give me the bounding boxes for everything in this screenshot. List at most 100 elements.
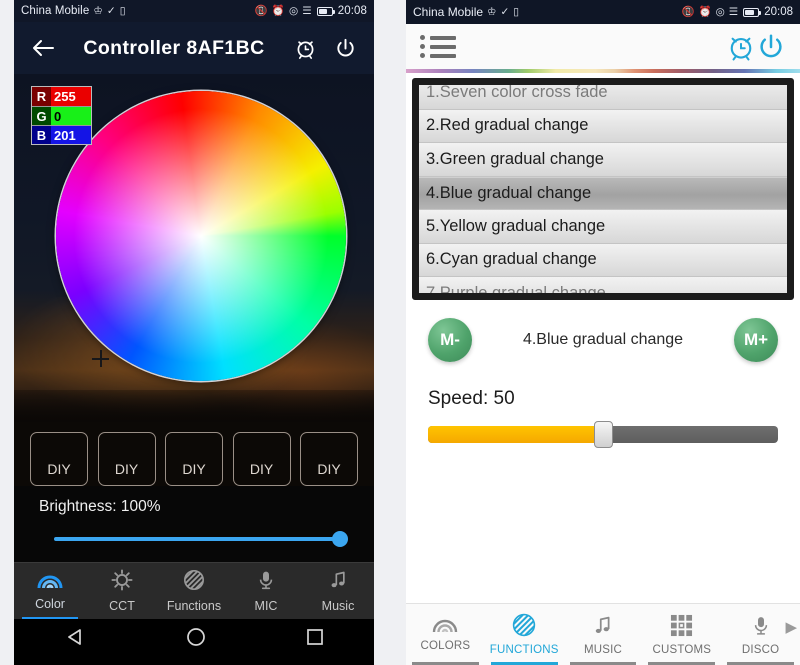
- tab-cct[interactable]: CCT: [86, 563, 158, 619]
- mode-list-frame[interactable]: 1.Seven color cross fade 2.Red gradual c…: [412, 78, 794, 300]
- right-carrier-label: China Mobile: [413, 5, 484, 19]
- status-carrier-group: China Mobile ♔ ✓ ▯: [21, 5, 126, 17]
- brightness-slider[interactable]: [54, 530, 348, 548]
- left-status-bar: China Mobile ♔ ✓ ▯ 📵 ⏰ ◎ ☰ 20:08: [14, 0, 374, 22]
- tab-disco-label: DISCO: [741, 643, 780, 656]
- rainbow-icon: [37, 572, 63, 594]
- tab-colors[interactable]: COLORS: [406, 604, 485, 665]
- color-picker-crosshair[interactable]: [92, 350, 109, 367]
- right-status-time: 20:08: [764, 6, 793, 18]
- diy-button-5[interactable]: DIY: [300, 432, 358, 486]
- carrier-label: China Mobile: [21, 5, 90, 17]
- mode-next-button[interactable]: M+: [734, 318, 778, 362]
- wechat-icon: ♔: [487, 5, 497, 18]
- signal-4g-icon: ☰: [728, 5, 739, 18]
- list-item-selected[interactable]: 4.Blue gradual change: [419, 176, 787, 210]
- tab-music-label: Music: [321, 599, 355, 613]
- mode-list[interactable]: 1.Seven color cross fade 2.Red gradual c…: [419, 85, 787, 293]
- music-note-icon: [592, 614, 613, 642]
- right-status-carrier-group: China Mobile ♔ ✓ ▯: [413, 5, 519, 19]
- rgb-row-blue: B 201: [32, 125, 91, 144]
- tab-cct-label: CCT: [109, 599, 135, 613]
- chevron-right-icon[interactable]: ▶: [785, 618, 797, 636]
- striped-circle-icon: [183, 569, 205, 596]
- mode-control-row: M- 4.Blue gradual change M+: [406, 300, 800, 366]
- tab-colors-label: COLORS: [420, 640, 471, 652]
- rainbow-icon: [432, 617, 458, 638]
- power-icon[interactable]: [756, 32, 786, 62]
- rgb-red-value: 255: [51, 87, 91, 106]
- speed-slider[interactable]: [428, 421, 778, 448]
- list-item[interactable]: 7.Purple gradual change: [419, 277, 787, 293]
- back-arrow-icon[interactable]: [28, 33, 58, 63]
- mode-prev-button[interactable]: M-: [428, 318, 472, 362]
- nav-back-icon[interactable]: [64, 627, 86, 652]
- list-item[interactable]: 6.Cyan gradual change: [419, 243, 787, 277]
- left-tab-bar: Color CCT Functions MIC Music: [14, 562, 374, 619]
- diy-button-2[interactable]: DIY: [97, 432, 156, 486]
- color-wheel[interactable]: [56, 91, 346, 381]
- tab-music[interactable]: MUSIC: [564, 604, 643, 665]
- brightness-track[interactable]: [54, 537, 346, 541]
- nav-home-icon[interactable]: [186, 627, 206, 652]
- current-mode-label: 4.Blue gradual change: [522, 331, 684, 348]
- check-badge-icon: ✓: [500, 5, 510, 18]
- check-badge-icon: ✓: [106, 4, 116, 17]
- rgb-blue-value: 201: [51, 126, 91, 144]
- screenshot-root: China Mobile ♔ ✓ ▯ 📵 ⏰ ◎ ☰ 20:08 Control…: [0, 0, 800, 665]
- status-icons-group: 📵 ⏰ ◎ ☰ 20:08: [255, 5, 367, 17]
- tab-functions-label: FUNCTIONS: [489, 644, 559, 656]
- right-status-bar: China Mobile ♔ ✓ ▯ 📵 ⏰ ◎ ☰ 20:08: [406, 0, 800, 24]
- list-item[interactable]: 5.Yellow gradual change: [419, 210, 787, 244]
- tab-color-label: Color: [35, 596, 65, 611]
- speed-fill: [428, 426, 603, 443]
- power-icon[interactable]: [330, 33, 360, 63]
- rgb-blue-key: B: [32, 126, 51, 144]
- rgb-green-value: 0: [51, 107, 91, 125]
- nav-recents-icon[interactable]: [306, 628, 324, 651]
- right-phone-panel: China Mobile ♔ ✓ ▯ 📵 ⏰ ◎ ☰ 20:08 1.Seven…: [406, 0, 800, 665]
- color-wheel-area[interactable]: R 255 G 0 B 201: [14, 74, 374, 422]
- diy-button-3[interactable]: DIY: [165, 432, 223, 486]
- vibrate-icon: 📵: [681, 5, 695, 18]
- striped-circle-icon: [512, 613, 536, 642]
- tab-customs[interactable]: CUSTOMS: [642, 604, 721, 665]
- alarm-clock-icon[interactable]: [290, 33, 320, 63]
- rgb-red-key: R: [32, 87, 51, 106]
- tab-mic-label: MIC: [254, 599, 278, 613]
- wifi-icon: ◎: [288, 4, 299, 17]
- tab-functions[interactable]: Functions: [158, 563, 230, 619]
- tab-music-label: MUSIC: [583, 643, 623, 656]
- tab-mic[interactable]: MIC: [230, 563, 302, 619]
- alarm-icon: ⏰: [698, 5, 712, 18]
- bulleted-list-icon[interactable]: [420, 35, 456, 58]
- rainbow-divider: [406, 69, 800, 73]
- brightness-thumb[interactable]: [332, 531, 348, 547]
- tab-customs-label: CUSTOMS: [652, 643, 712, 656]
- microphone-icon: [751, 614, 771, 642]
- battery-small-icon: ▯: [119, 4, 126, 17]
- diy-button-1[interactable]: DIY: [30, 432, 88, 486]
- left-phone-panel: China Mobile ♔ ✓ ▯ 📵 ⏰ ◎ ☰ 20:08 Control…: [14, 0, 374, 665]
- battery-icon: [743, 7, 762, 17]
- right-tool-bar: [406, 24, 800, 69]
- rgb-row-red: R 255: [32, 87, 91, 106]
- page-title: Controller 8AF1BC: [83, 36, 265, 59]
- list-item[interactable]: 3.Green gradual change: [419, 143, 787, 177]
- list-item[interactable]: 2.Red gradual change: [419, 109, 787, 143]
- wechat-icon: ♔: [93, 4, 103, 17]
- tab-functions[interactable]: FUNCTIONS: [485, 604, 564, 665]
- list-item[interactable]: 1.Seven color cross fade: [419, 85, 787, 110]
- grid-icon: [670, 614, 693, 642]
- rgb-green-key: G: [32, 107, 51, 125]
- alarm-clock-icon[interactable]: [726, 32, 756, 62]
- wifi-icon: ◎: [715, 5, 725, 18]
- tab-color[interactable]: Color: [14, 563, 86, 619]
- right-status-icons-group: 📵 ⏰ ◎ ☰ 20:08: [681, 6, 793, 18]
- diy-button-4[interactable]: DIY: [232, 432, 291, 486]
- tab-functions-label: Functions: [166, 599, 222, 613]
- speed-thumb[interactable]: [594, 421, 613, 448]
- tab-music[interactable]: Music: [302, 563, 374, 619]
- right-tab-bar: COLORS FUNCTIONS MUSIC CUSTOMS DISCO ▶: [406, 603, 800, 665]
- alarm-icon: ⏰: [271, 4, 285, 17]
